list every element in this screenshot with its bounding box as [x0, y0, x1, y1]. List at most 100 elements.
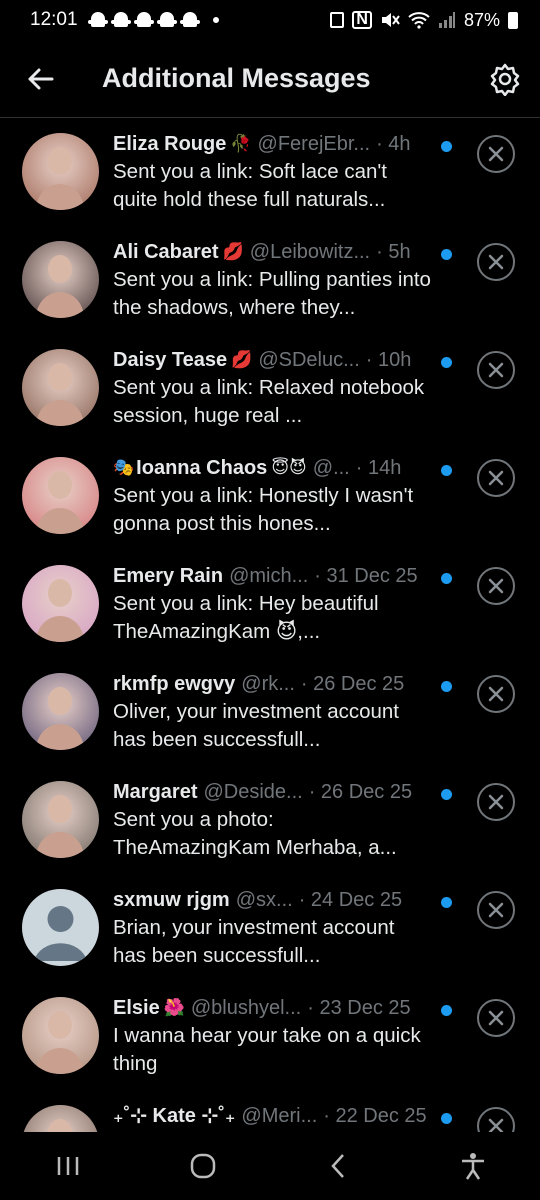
- system-nav-bar: [0, 1132, 540, 1200]
- unread-dot: [441, 897, 452, 908]
- message-content: rkmfp ewgvy @rk... · 26 Dec 25 Oliver, your…: [113, 671, 433, 754]
- message-row[interactable]: Emery Rain @mich... · 31 Dec 25 Sent you a …: [0, 551, 540, 659]
- snapchat-icon: [133, 11, 154, 29]
- message-row[interactable]: Margaret @Deside... · 26 Dec 25 Sent you a …: [0, 767, 540, 875]
- unread-dot: [441, 357, 452, 368]
- sender-emoji: 😇😈: [271, 458, 307, 478]
- snapchat-icon: [156, 11, 177, 29]
- home-button[interactable]: [173, 1136, 233, 1196]
- message-time: · 31 Dec 25: [314, 565, 418, 587]
- message-row[interactable]: 🎭 Ioanna Chaos 😇😈 @... · 14h Sent you a link:…: [0, 443, 540, 551]
- message-list[interactable]: Eliza Rouge 🥀 @FerejEbr... · 4h Sent you a l…: [0, 119, 540, 1132]
- message-content: Daisy Tease 💋 @SDeluc... · 10h Sent you a li…: [113, 347, 433, 430]
- sender-emoji: 💋: [222, 242, 244, 262]
- message-row[interactable]: ₊˚⊹ Kate ⊹˚₊ @Meri... · 22 Dec 25: [0, 1091, 540, 1132]
- dismiss-button[interactable]: [477, 135, 515, 173]
- unread-dot: [441, 465, 452, 476]
- unread-dot: [441, 1005, 452, 1016]
- back-icon: [330, 1154, 344, 1178]
- dismiss-button[interactable]: [477, 783, 515, 821]
- avatar[interactable]: [22, 1105, 99, 1132]
- sender-handle: @rk...: [241, 673, 295, 695]
- close-icon: [488, 794, 504, 810]
- sender-name: ₊˚⊹ Kate ⊹˚₊: [113, 1105, 236, 1127]
- snapchat-icon: [110, 11, 131, 29]
- message-content: Ali Cabaret 💋 @Leibowitz... · 5h Sent you a …: [113, 239, 433, 322]
- message-time: · 5h: [376, 241, 411, 263]
- message-row[interactable]: Daisy Tease 💋 @SDeluc... · 10h Sent you a li…: [0, 335, 540, 443]
- message-content: Eliza Rouge 🥀 @FerejEbr... · 4h Sent you a l…: [113, 131, 433, 214]
- message-row[interactable]: rkmfp ewgvy @rk... · 26 Dec 25 Oliver, your…: [0, 659, 540, 767]
- avatar-photo: [22, 565, 99, 642]
- sender-handle: @...: [312, 457, 350, 479]
- sender-name: sxmuw rjgm: [113, 889, 230, 911]
- alarm-icon: [330, 12, 345, 28]
- avatar[interactable]: [22, 565, 99, 642]
- message-row[interactable]: Eliza Rouge 🥀 @FerejEbr... · 4h Sent you a l…: [0, 119, 540, 227]
- dismiss-button[interactable]: [477, 459, 515, 497]
- accessibility-button[interactable]: [443, 1136, 503, 1196]
- dismiss-button[interactable]: [477, 351, 515, 389]
- message-row[interactable]: Elsie 🌺 @blushyel... · 23 Dec 25 I wanna hea…: [0, 983, 540, 1091]
- sender-name: rkmfp ewgvy: [113, 673, 236, 695]
- close-icon: [488, 146, 504, 162]
- nav-back-button[interactable]: [308, 1136, 368, 1196]
- dismiss-button[interactable]: [477, 243, 515, 281]
- dismiss-button[interactable]: [477, 567, 515, 605]
- close-icon: [488, 578, 504, 594]
- settings-button[interactable]: [488, 62, 522, 97]
- gear-icon: [490, 63, 520, 97]
- sender-handle: @Leibowitz...: [249, 241, 371, 263]
- message-preview: Oliver, your investment account has been…: [113, 700, 399, 751]
- signal-icon: [438, 12, 455, 28]
- avatar[interactable]: [22, 997, 99, 1074]
- message-content: sxmuw rjgm @sx... · 24 Dec 25 Brian, your i…: [113, 887, 433, 970]
- unread-dot: [441, 249, 452, 260]
- sender-handle: @mich...: [229, 565, 309, 587]
- close-icon: [488, 686, 504, 702]
- avatar[interactable]: [22, 133, 99, 210]
- message-content: Emery Rain @mich... · 31 Dec 25 Sent you a …: [113, 563, 433, 646]
- avatar[interactable]: [22, 349, 99, 426]
- dismiss-button[interactable]: [477, 675, 515, 713]
- dismiss-button[interactable]: [477, 891, 515, 929]
- avatar[interactable]: [22, 889, 99, 966]
- sender-name: Daisy Tease: [113, 349, 228, 371]
- message-time: · 24 Dec 25: [298, 889, 403, 911]
- battery-level: 87%: [463, 9, 500, 30]
- back-button[interactable]: [0, 40, 80, 118]
- sender-emoji: 🌺: [163, 998, 185, 1018]
- avatar[interactable]: [22, 781, 99, 858]
- arrow-left-icon: [28, 68, 54, 89]
- sender-line: Margaret @Deside... · 26 Dec 25: [113, 779, 433, 805]
- prefix-emoji: 🎭: [113, 458, 135, 478]
- sender-line: Ali Cabaret 💋 @Leibowitz... · 5h: [113, 239, 433, 265]
- sender-emoji: 🥀: [230, 134, 252, 154]
- close-icon: [488, 902, 504, 918]
- dismiss-button[interactable]: [477, 999, 515, 1037]
- recents-icon: [57, 1157, 78, 1175]
- dismiss-button[interactable]: [477, 1107, 515, 1132]
- sender-line: Eliza Rouge 🥀 @FerejEbr... · 4h: [113, 131, 433, 157]
- sender-name: Eliza Rouge: [113, 133, 227, 155]
- message-row[interactable]: Ali Cabaret 💋 @Leibowitz... · 5h Sent you a …: [0, 227, 540, 335]
- sender-handle: @sx...: [235, 889, 293, 911]
- avatar[interactable]: [22, 457, 99, 534]
- avatar[interactable]: [22, 673, 99, 750]
- sender-name: Ioanna Chaos: [136, 457, 268, 479]
- wifi-icon: [408, 12, 430, 29]
- notification-icons: [87, 11, 219, 29]
- message-preview: Brian, your investment account has been …: [113, 916, 395, 967]
- sender-handle: @Meri...: [241, 1105, 318, 1127]
- mute-icon: [381, 13, 400, 27]
- message-preview: Sent you a link: Soft lace can't quite h…: [113, 160, 387, 211]
- message-content: Elsie 🌺 @blushyel... · 23 Dec 25 I wanna hea…: [113, 995, 433, 1078]
- avatar[interactable]: [22, 241, 99, 318]
- message-row[interactable]: sxmuw rjgm @sx... · 24 Dec 25 Brian, your i…: [0, 875, 540, 983]
- page-title: Additional Messages: [102, 63, 371, 93]
- recents-button[interactable]: [38, 1136, 98, 1196]
- close-icon: [488, 470, 504, 486]
- snapchat-icon: [179, 11, 200, 29]
- message-time: · 10h: [365, 349, 412, 371]
- status-time: 12:01: [30, 9, 78, 30]
